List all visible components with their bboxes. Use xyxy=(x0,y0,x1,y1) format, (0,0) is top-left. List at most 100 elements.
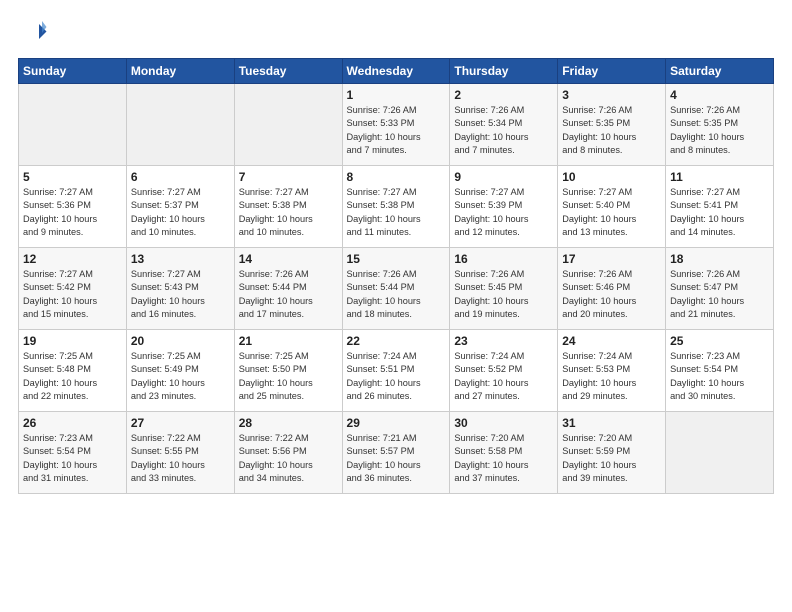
day-number: 11 xyxy=(670,170,769,184)
header xyxy=(18,18,774,48)
calendar-header: SundayMondayTuesdayWednesdayThursdayFrid… xyxy=(19,59,774,84)
day-number: 3 xyxy=(562,88,661,102)
day-info: Sunrise: 7:20 AM Sunset: 5:59 PM Dayligh… xyxy=(562,432,661,485)
logo xyxy=(18,18,52,48)
day-number: 24 xyxy=(562,334,661,348)
day-cell xyxy=(234,84,342,166)
day-cell: 1 Sunrise: 7:26 AM Sunset: 5:33 PM Daylig… xyxy=(342,84,450,166)
day-cell xyxy=(126,84,234,166)
day-number: 15 xyxy=(347,252,446,266)
day-info: Sunrise: 7:20 AM Sunset: 5:58 PM Dayligh… xyxy=(454,432,553,485)
day-info: Sunrise: 7:22 AM Sunset: 5:55 PM Dayligh… xyxy=(131,432,230,485)
day-info: Sunrise: 7:27 AM Sunset: 5:41 PM Dayligh… xyxy=(670,186,769,239)
day-info: Sunrise: 7:27 AM Sunset: 5:36 PM Dayligh… xyxy=(23,186,122,239)
day-number: 18 xyxy=(670,252,769,266)
day-number: 27 xyxy=(131,416,230,430)
day-info: Sunrise: 7:26 AM Sunset: 5:44 PM Dayligh… xyxy=(239,268,338,321)
day-number: 12 xyxy=(23,252,122,266)
day-cell: 21 Sunrise: 7:25 AM Sunset: 5:50 PM Dayli… xyxy=(234,330,342,412)
day-cell: 19 Sunrise: 7:25 AM Sunset: 5:48 PM Dayli… xyxy=(19,330,127,412)
day-info: Sunrise: 7:24 AM Sunset: 5:51 PM Dayligh… xyxy=(347,350,446,403)
weekday-row: SundayMondayTuesdayWednesdayThursdayFrid… xyxy=(19,59,774,84)
day-info: Sunrise: 7:23 AM Sunset: 5:54 PM Dayligh… xyxy=(23,432,122,485)
day-info: Sunrise: 7:24 AM Sunset: 5:52 PM Dayligh… xyxy=(454,350,553,403)
day-number: 9 xyxy=(454,170,553,184)
day-number: 2 xyxy=(454,88,553,102)
day-cell: 22Sunrise: 7:24 AM Sunset: 5:51 PM Dayli… xyxy=(342,330,450,412)
day-number: 31 xyxy=(562,416,661,430)
day-info: Sunrise: 7:27 AM Sunset: 5:37 PM Dayligh… xyxy=(131,186,230,239)
day-info: Sunrise: 7:25 AM Sunset: 5:48 PM Dayligh… xyxy=(23,350,122,403)
day-info: Sunrise: 7:26 AM Sunset: 5:45 PM Dayligh… xyxy=(454,268,553,321)
day-cell: 9 Sunrise: 7:27 AM Sunset: 5:39 PM Daylig… xyxy=(450,166,558,248)
day-cell xyxy=(666,412,774,494)
day-cell: 24 Sunrise: 7:24 AM Sunset: 5:53 PM Dayli… xyxy=(558,330,666,412)
day-cell: 4 Sunrise: 7:26 AM Sunset: 5:35 PM Daylig… xyxy=(666,84,774,166)
day-number: 8 xyxy=(347,170,446,184)
week-row-2: 5 Sunrise: 7:27 AM Sunset: 5:36 PM Daylig… xyxy=(19,166,774,248)
week-row-1: 1 Sunrise: 7:26 AM Sunset: 5:33 PM Daylig… xyxy=(19,84,774,166)
day-info: Sunrise: 7:21 AM Sunset: 5:57 PM Dayligh… xyxy=(347,432,446,485)
day-cell: 11 Sunrise: 7:27 AM Sunset: 5:41 PM Dayli… xyxy=(666,166,774,248)
day-cell: 2Sunrise: 7:26 AM Sunset: 5:34 PM Daylig… xyxy=(450,84,558,166)
day-info: Sunrise: 7:25 AM Sunset: 5:50 PM Dayligh… xyxy=(239,350,338,403)
day-cell: 6Sunrise: 7:27 AM Sunset: 5:37 PM Daylig… xyxy=(126,166,234,248)
day-cell: 13 Sunrise: 7:27 AM Sunset: 5:43 PM Dayli… xyxy=(126,248,234,330)
day-cell: 31 Sunrise: 7:20 AM Sunset: 5:59 PM Dayli… xyxy=(558,412,666,494)
day-number: 26 xyxy=(23,416,122,430)
day-number: 1 xyxy=(347,88,446,102)
day-number: 29 xyxy=(347,416,446,430)
day-info: Sunrise: 7:22 AM Sunset: 5:56 PM Dayligh… xyxy=(239,432,338,485)
day-info: Sunrise: 7:24 AM Sunset: 5:53 PM Dayligh… xyxy=(562,350,661,403)
weekday-header-sunday: Sunday xyxy=(19,59,127,84)
day-number: 7 xyxy=(239,170,338,184)
day-cell: 3Sunrise: 7:26 AM Sunset: 5:35 PM Daylig… xyxy=(558,84,666,166)
calendar-table: SundayMondayTuesdayWednesdayThursdayFrid… xyxy=(18,58,774,494)
day-number: 21 xyxy=(239,334,338,348)
day-info: Sunrise: 7:27 AM Sunset: 5:38 PM Dayligh… xyxy=(239,186,338,239)
day-cell: 25 Sunrise: 7:23 AM Sunset: 5:54 PM Dayli… xyxy=(666,330,774,412)
day-info: Sunrise: 7:27 AM Sunset: 5:40 PM Dayligh… xyxy=(562,186,661,239)
day-info: Sunrise: 7:27 AM Sunset: 5:43 PM Dayligh… xyxy=(131,268,230,321)
day-info: Sunrise: 7:26 AM Sunset: 5:35 PM Dayligh… xyxy=(670,104,769,157)
weekday-header-thursday: Thursday xyxy=(450,59,558,84)
day-cell: 18 Sunrise: 7:26 AM Sunset: 5:47 PM Dayli… xyxy=(666,248,774,330)
week-row-4: 19 Sunrise: 7:25 AM Sunset: 5:48 PM Dayli… xyxy=(19,330,774,412)
logo-icon xyxy=(18,18,48,48)
day-cell: 17 Sunrise: 7:26 AM Sunset: 5:46 PM Dayli… xyxy=(558,248,666,330)
week-row-3: 12Sunrise: 7:27 AM Sunset: 5:42 PM Dayli… xyxy=(19,248,774,330)
day-cell: 12Sunrise: 7:27 AM Sunset: 5:42 PM Dayli… xyxy=(19,248,127,330)
day-number: 30 xyxy=(454,416,553,430)
day-info: Sunrise: 7:26 AM Sunset: 5:33 PM Dayligh… xyxy=(347,104,446,157)
day-number: 4 xyxy=(670,88,769,102)
day-number: 5 xyxy=(23,170,122,184)
day-number: 13 xyxy=(131,252,230,266)
day-cell: 14Sunrise: 7:26 AM Sunset: 5:44 PM Dayli… xyxy=(234,248,342,330)
day-cell: 15Sunrise: 7:26 AM Sunset: 5:44 PM Dayli… xyxy=(342,248,450,330)
day-cell xyxy=(19,84,127,166)
day-info: Sunrise: 7:25 AM Sunset: 5:49 PM Dayligh… xyxy=(131,350,230,403)
day-cell: 26 Sunrise: 7:23 AM Sunset: 5:54 PM Dayli… xyxy=(19,412,127,494)
calendar-body: 1 Sunrise: 7:26 AM Sunset: 5:33 PM Daylig… xyxy=(19,84,774,494)
day-info: Sunrise: 7:27 AM Sunset: 5:38 PM Dayligh… xyxy=(347,186,446,239)
day-number: 19 xyxy=(23,334,122,348)
day-cell: 8 Sunrise: 7:27 AM Sunset: 5:38 PM Daylig… xyxy=(342,166,450,248)
day-cell: 10 Sunrise: 7:27 AM Sunset: 5:40 PM Dayli… xyxy=(558,166,666,248)
day-cell: 5 Sunrise: 7:27 AM Sunset: 5:36 PM Daylig… xyxy=(19,166,127,248)
day-info: Sunrise: 7:26 AM Sunset: 5:47 PM Dayligh… xyxy=(670,268,769,321)
day-info: Sunrise: 7:27 AM Sunset: 5:39 PM Dayligh… xyxy=(454,186,553,239)
day-number: 25 xyxy=(670,334,769,348)
day-cell: 27 Sunrise: 7:22 AM Sunset: 5:55 PM Dayli… xyxy=(126,412,234,494)
day-number: 17 xyxy=(562,252,661,266)
weekday-header-tuesday: Tuesday xyxy=(234,59,342,84)
weekday-header-wednesday: Wednesday xyxy=(342,59,450,84)
day-number: 28 xyxy=(239,416,338,430)
day-cell: 16 Sunrise: 7:26 AM Sunset: 5:45 PM Dayli… xyxy=(450,248,558,330)
day-number: 10 xyxy=(562,170,661,184)
day-info: Sunrise: 7:26 AM Sunset: 5:46 PM Dayligh… xyxy=(562,268,661,321)
day-info: Sunrise: 7:23 AM Sunset: 5:54 PM Dayligh… xyxy=(670,350,769,403)
weekday-header-friday: Friday xyxy=(558,59,666,84)
day-number: 20 xyxy=(131,334,230,348)
day-cell: 7 Sunrise: 7:27 AM Sunset: 5:38 PM Daylig… xyxy=(234,166,342,248)
day-number: 16 xyxy=(454,252,553,266)
